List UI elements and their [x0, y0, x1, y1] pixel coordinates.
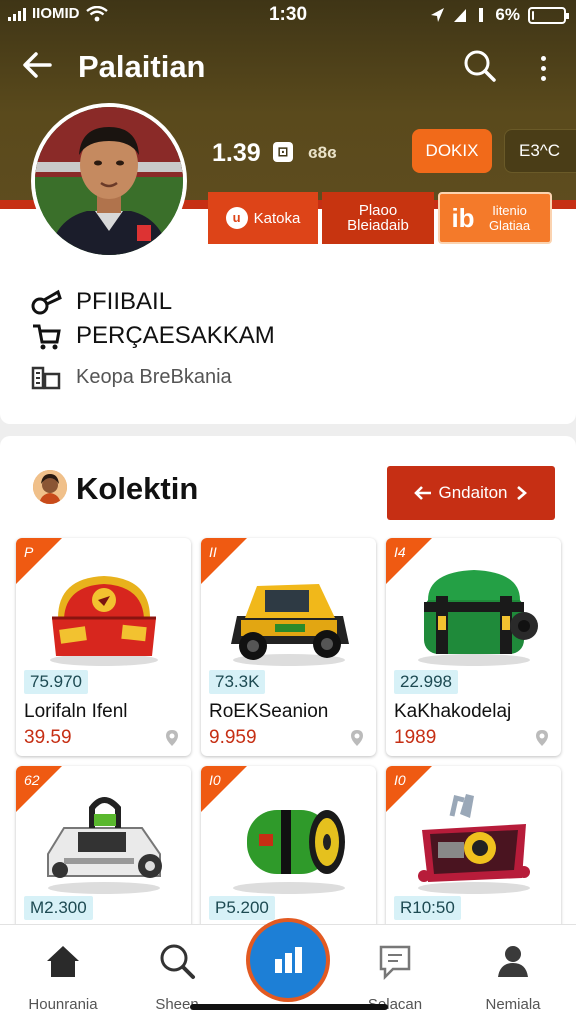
- action-label: Plaoo Bleiadaib: [347, 202, 409, 234]
- profile-name: PFIIBAIL: [76, 288, 173, 315]
- profile-avatar[interactable]: [31, 103, 187, 259]
- product-price: 1989: [394, 727, 437, 748]
- location-pin-icon: [351, 730, 363, 746]
- action-button-3[interactable]: ib Iitenio Glatiaa: [438, 192, 552, 244]
- collection-title: Kolektin: [76, 471, 199, 506]
- action-button-2[interactable]: Plaoo Bleiadaib: [322, 192, 434, 244]
- data-icon: [479, 8, 484, 22]
- profile-name-row: PFIIBAIL: [30, 286, 172, 318]
- action-button-1[interactable]: u Katoka: [208, 192, 318, 244]
- product-card[interactable]: 62 M2.300: [16, 766, 191, 936]
- card-tag: I0: [394, 772, 406, 788]
- top-app-bar: Palaitian: [0, 44, 576, 90]
- green-drum-image: [233, 810, 345, 894]
- product-code: P5.200: [209, 896, 275, 920]
- yellow-robot-image: [231, 584, 349, 666]
- card-tag: P: [24, 544, 34, 560]
- nav-item-home[interactable]: Hounrania: [8, 941, 118, 1013]
- chart-icon: [275, 947, 302, 973]
- location-pin-icon: [536, 730, 548, 746]
- stat-sub: ɞ8ɞ: [308, 143, 337, 162]
- page-title: Palaitian: [78, 49, 206, 84]
- status-bar: IIOMID 1:30 6%: [0, 0, 576, 30]
- product-price: 39.59: [24, 727, 72, 748]
- chat-icon: [379, 945, 411, 981]
- profile-location: Keopa BreBkania: [76, 365, 232, 388]
- red-kit-image: [418, 794, 530, 894]
- action-icon: ib: [451, 202, 475, 233]
- product-price: 9.959: [209, 727, 257, 748]
- search-icon: [160, 944, 195, 979]
- card-tag: II: [209, 544, 217, 560]
- white-vacuum-image: [47, 797, 162, 894]
- search-icon[interactable]: [462, 48, 502, 88]
- action-icon: u: [225, 207, 248, 229]
- product-code: M2.300: [24, 896, 93, 920]
- center-action-button[interactable]: [246, 918, 330, 1002]
- nav-label: Nemiala: [485, 996, 541, 1013]
- card-tag: I0: [209, 772, 221, 788]
- primary-button[interactable]: DOKIX: [412, 129, 492, 173]
- nav-item-chat[interactable]: Selacan: [340, 941, 450, 1013]
- home-icon: [47, 946, 79, 977]
- collection-avatar: [33, 470, 67, 504]
- product-code: R10:50: [394, 896, 461, 920]
- action-label: Katoka: [253, 209, 301, 227]
- signal-strength-icon: [454, 9, 467, 22]
- home-indicator: [190, 1004, 388, 1010]
- battery-percent: 6%: [495, 5, 520, 24]
- building-icon: [30, 361, 62, 393]
- product-card[interactable]: I0 P5.200: [201, 766, 376, 936]
- product-name: Lorifaln Ifenl: [24, 701, 128, 722]
- profile-subtitle: PERÇAESAKKAM: [76, 322, 275, 349]
- product-name: RoEKSeanion: [209, 701, 329, 722]
- product-code: 22.998: [394, 670, 458, 694]
- green-case-image: [418, 570, 538, 666]
- back-arrow-icon[interactable]: [20, 48, 60, 88]
- cart-icon: [30, 320, 62, 352]
- nav-item-search[interactable]: Sheen: [122, 941, 232, 1013]
- collection-button-label: Gndaiton: [438, 483, 508, 502]
- secondary-button[interactable]: E3^C: [504, 129, 576, 173]
- arrow-right-icon: [516, 486, 527, 500]
- product-code: 75.970: [24, 670, 88, 694]
- nav-item-profile[interactable]: Nemiala: [458, 941, 568, 1013]
- profile-location-row: Keopa BreBkania: [30, 361, 232, 393]
- battery-icon: [528, 6, 569, 24]
- stat-badge: ⊡: [273, 142, 293, 162]
- whistle-icon: [30, 286, 62, 318]
- action-label: Iitenio Glatiaa: [488, 203, 531, 233]
- red-case-image: [50, 576, 158, 666]
- nav-label: Hounrania: [28, 996, 98, 1013]
- location-icon: [431, 8, 445, 22]
- product-card[interactable]: P 75.970 Lorifaln Ifenl 39.59: [16, 538, 191, 756]
- collection-nav-button[interactable]: Gndaiton: [387, 466, 555, 520]
- product-name: KaKhakodelaj: [394, 701, 512, 722]
- arrow-left-icon: [413, 486, 431, 500]
- product-card[interactable]: II 73.3K RoEKSeanion 9.959: [201, 538, 376, 756]
- profile-action-row: u Katoka Plaoo Bleiadaib ib Iitenio Glat…: [208, 192, 552, 244]
- product-code: 73.3K: [209, 670, 266, 694]
- stat-value: 1.39: [212, 139, 261, 167]
- profile-subtitle-row: PERÇAESAKKAM: [30, 320, 275, 352]
- product-card[interactable]: I0 R10:50: [386, 766, 561, 936]
- product-card[interactable]: I4 22.998 KaKhakodelaj 1989: [386, 538, 561, 756]
- card-tag: 62: [24, 772, 40, 788]
- more-vert-icon[interactable]: [528, 50, 558, 86]
- location-pin-icon: [166, 730, 178, 746]
- card-tag: I4: [394, 544, 406, 560]
- person-icon: [498, 946, 528, 977]
